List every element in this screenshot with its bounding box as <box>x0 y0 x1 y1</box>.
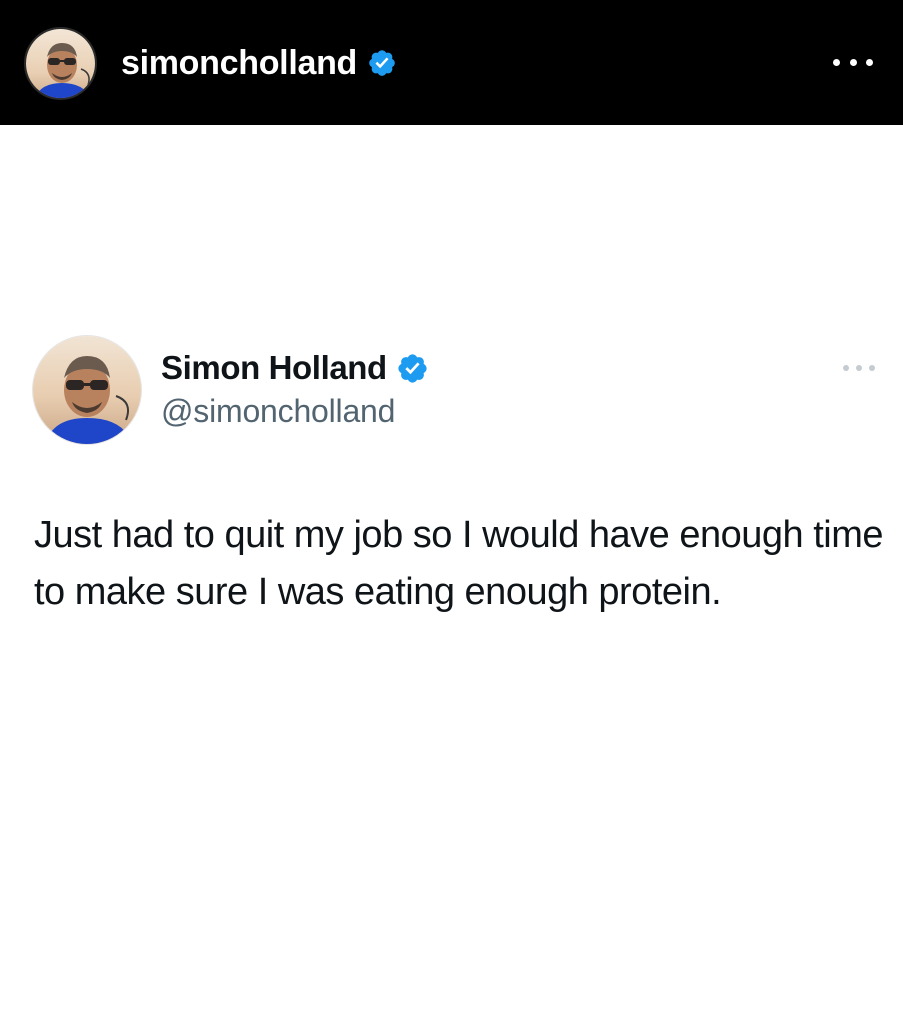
more-dot <box>843 365 849 371</box>
header-username-row[interactable]: simoncholland <box>121 40 397 86</box>
header-more-button[interactable] <box>833 50 873 74</box>
avatar-photo-icon <box>33 336 141 444</box>
tweet-handle[interactable]: @simoncholland <box>161 393 395 430</box>
tweet-body-text: Just had to quit my job so I would have … <box>34 514 884 613</box>
header-avatar[interactable] <box>24 27 97 100</box>
avatar-photo-icon <box>26 29 95 98</box>
more-dot <box>833 58 840 66</box>
more-dot <box>866 58 873 66</box>
header-username[interactable]: simoncholland <box>121 44 357 83</box>
post-header: simoncholland <box>0 0 903 125</box>
more-dot <box>869 365 875 371</box>
more-dot <box>856 365 862 371</box>
verified-badge-icon <box>396 352 429 385</box>
tweet-avatar[interactable] <box>32 335 142 445</box>
verified-badge-icon <box>367 48 397 78</box>
tweet-name-row[interactable]: Simon Holland <box>161 347 429 389</box>
tweet-more-button[interactable] <box>843 361 875 375</box>
tweet-display-name[interactable]: Simon Holland <box>161 349 387 387</box>
more-dot <box>849 58 857 66</box>
tweet-card: Simon Holland @simoncholland Just had to… <box>0 125 903 1023</box>
